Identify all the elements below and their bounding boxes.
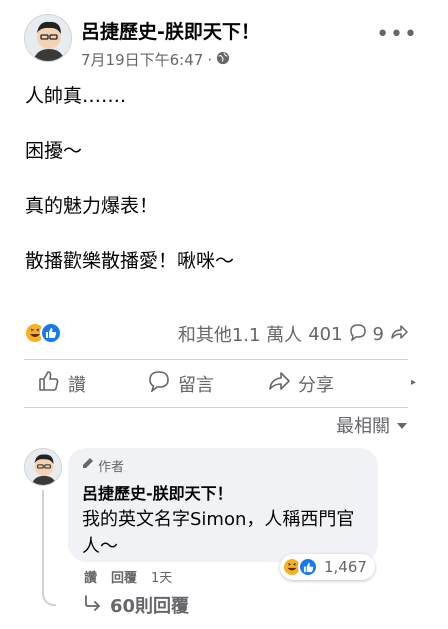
more-horizontal-icon[interactable]: ••• [376,22,418,47]
comments-count[interactable]: 401 [308,324,342,345]
author-badge-label: 作者 [98,459,125,475]
share-button[interactable]: 分享 [268,370,334,397]
post-meta: 7月19日下午6:47 · [81,49,230,70]
thread-connector [42,490,56,606]
share-icon [268,370,290,397]
post-text-line: 困擾～ [25,140,83,162]
reactions-others-count[interactable]: 和其他1.1 萬人 [178,321,302,347]
post-text-line: 散播歡樂散播愛！啾咪～ [25,250,235,272]
pencil-icon [82,457,94,473]
comment-reaction-count: 1,467 [324,558,367,576]
reaction-summary[interactable] [24,322,62,344]
comment-button-label: 留言 [178,374,214,396]
share-arrow-icon [390,323,408,346]
shares-count[interactable]: 9 [373,324,384,345]
audience-caret-icon[interactable]: ▸ [411,377,416,388]
caret-down-icon [396,415,408,436]
comment-button[interactable]: 留言 [148,370,214,397]
comment-text: 我的英文名字Simon，人稱西門官人～ [82,509,355,557]
post-text-line: 真的魅力爆表！ [25,195,159,217]
comment-reaction-summary[interactable]: 1,467 [280,554,375,580]
comment-age[interactable]: 1天 [151,567,172,586]
post-action-bar: 讚 留言 分享 ▸ [24,362,416,406]
comment-bubble-icon [349,323,367,346]
comment-sort-label: 最相關 [336,416,390,437]
author-avatar[interactable] [24,14,72,62]
comment-author-name[interactable]: 呂捷歷史-朕即天下！ [82,480,364,504]
view-replies-button[interactable]: 60則回覆 [84,592,189,618]
post-header: 呂捷歷史-朕即天下！ 7月19日下午6:47 · ••• [24,14,424,70]
globe-icon [216,51,230,69]
meta-separator: · [207,50,213,69]
like-button-label: 讚 [68,374,86,396]
like-icon [298,557,318,577]
comment-sort-dropdown[interactable]: 最相關 [336,412,408,438]
comment-reply-link[interactable]: 回覆 [111,567,137,586]
post-body: 人帥真……. 困擾～ 真的魅力爆表！ 散播歡樂散播愛！啾咪～ [25,82,415,275]
commenter-avatar[interactable] [24,448,62,486]
comment-actions: 讚 回覆 1天 [84,567,172,586]
post-text-line: 人帥真……. [25,85,127,107]
stats-right: 和其他1.1 萬人 401 9 [178,321,408,347]
like-button[interactable]: 讚 [38,370,86,397]
comment-like-link[interactable]: 讚 [84,567,97,586]
author-badge: 作者 [82,456,364,475]
comment-bubble: 作者 呂捷歷史-朕即天下！ 我的英文名字Simon，人稱西門官人～ [68,448,378,562]
post-stats: 和其他1.1 萬人 401 9 [24,318,408,350]
post-timestamp[interactable]: 7月19日下午6:47 [81,49,203,70]
divider [24,359,408,360]
comment-icon [148,370,170,397]
reply-arrow-icon [84,594,102,616]
like-icon [40,322,62,344]
thumbs-up-icon [38,370,60,397]
share-button-label: 分享 [298,374,334,396]
divider [24,407,408,408]
post-author-name[interactable]: 呂捷歷史-朕即天下！ [81,17,260,44]
view-replies-label: 60則回覆 [110,596,190,617]
